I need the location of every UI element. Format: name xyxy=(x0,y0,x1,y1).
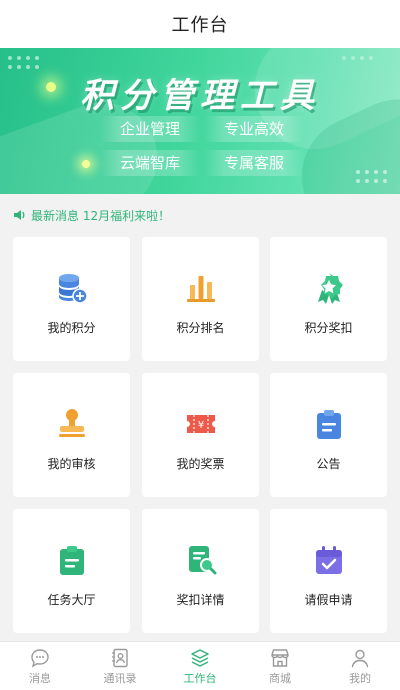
svg-text:¥: ¥ xyxy=(197,420,203,431)
page-title: 工作台 xyxy=(171,15,229,36)
menu-card-points-ranking[interactable]: 积分排名 xyxy=(142,237,259,361)
menu-card-reward-deduction-details[interactable]: 奖扣详情 xyxy=(142,509,259,633)
document-search-icon xyxy=(188,546,216,575)
menu-card-points-reward-deduction[interactable]: 积分奖扣 xyxy=(270,237,387,361)
tab-mine[interactable]: 我的 xyxy=(320,642,400,690)
award-badge-icon xyxy=(317,273,343,304)
chat-bubble-icon xyxy=(31,649,49,668)
notice-bar[interactable]: 最新消息 12月福利来啦！ xyxy=(12,206,170,224)
banner-tag: 云端智库 xyxy=(100,150,200,176)
tab-workbench[interactable]: 工作台 xyxy=(160,642,240,690)
calendar-check-icon xyxy=(315,546,342,574)
menu-card-my-review[interactable]: 我的审核 xyxy=(13,373,130,497)
user-icon xyxy=(351,649,369,668)
tab-contacts[interactable]: 通讯录 xyxy=(80,642,160,690)
menu-card-leave-application[interactable]: 请假申请 xyxy=(270,509,387,633)
top-bar: 工作台 xyxy=(0,0,400,48)
layers-icon xyxy=(191,649,209,667)
menu-card-label: 奖扣详情 xyxy=(176,593,225,607)
task-clipboard-icon xyxy=(59,546,84,575)
banner-glow xyxy=(82,160,90,168)
tab-label: 消息 xyxy=(29,672,51,685)
bar-chart-icon xyxy=(186,276,215,302)
speaker-icon xyxy=(14,210,25,220)
tab-label: 工作台 xyxy=(183,672,217,685)
menu-card-label: 我的积分 xyxy=(47,321,96,335)
menu-card-task-hall[interactable]: 任务大厅 xyxy=(13,509,130,633)
workbench-page: 工作台 积分管理工具 企业管理 专业高效 云端智库 专属客服 最新消息 12月福… xyxy=(0,0,400,690)
banner-tag: 企业管理 xyxy=(100,116,200,142)
menu-card-label: 我的审核 xyxy=(47,457,96,471)
bottom-tab-bar: 消息 通讯录 工作台 商城 我的 xyxy=(0,641,400,690)
tab-label: 商城 xyxy=(269,672,291,685)
banner-title: 积分管理工具 xyxy=(80,76,320,116)
banner-dots xyxy=(356,170,387,183)
tab-label: 通讯录 xyxy=(103,672,137,685)
banner-tag: 专属客服 xyxy=(204,150,304,176)
menu-card-my-award-tickets[interactable]: ¥ 我的奖票 xyxy=(142,373,259,497)
banner-tag: 专业高效 xyxy=(204,116,304,142)
menu-card-my-points[interactable]: 我的积分 xyxy=(13,237,130,361)
clipboard-icon xyxy=(316,410,341,439)
menu-card-announcement[interactable]: 公告 xyxy=(270,373,387,497)
menu-card-label: 任务大厅 xyxy=(47,593,96,607)
menu-card-label: 积分奖扣 xyxy=(304,321,353,335)
menu-card-label: 积分排名 xyxy=(176,321,225,335)
tab-label: 我的 xyxy=(349,672,371,685)
store-icon xyxy=(271,649,289,667)
ticket-icon: ¥ xyxy=(186,415,215,433)
stamp-icon xyxy=(58,409,85,437)
database-coin-icon xyxy=(58,274,88,304)
contacts-icon xyxy=(112,648,128,668)
menu-card-label: 公告 xyxy=(316,457,341,471)
tab-store[interactable]: 商城 xyxy=(240,642,320,690)
menu-card-label: 请假申请 xyxy=(304,593,353,607)
banner-dots xyxy=(342,56,373,60)
notice-text: 最新消息 12月福利来啦！ xyxy=(31,208,171,223)
menu-card-label: 我的奖票 xyxy=(176,457,225,471)
tab-messages[interactable]: 消息 xyxy=(0,642,80,690)
promo-banner[interactable]: 积分管理工具 企业管理 专业高效 云端智库 专属客服 xyxy=(0,48,400,194)
